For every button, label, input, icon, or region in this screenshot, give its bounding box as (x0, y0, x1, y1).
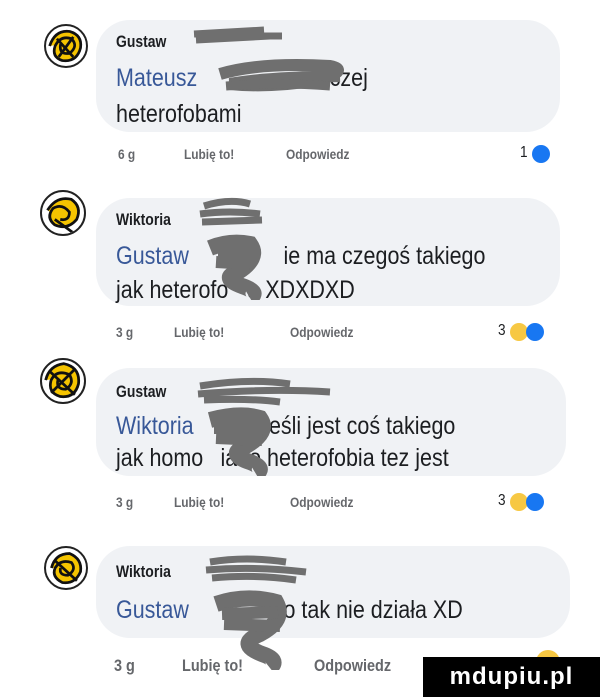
reaction-count[interactable]: 3 (498, 492, 506, 510)
comment-text-tail: ie ma czegoś takiego (283, 242, 486, 270)
avatar[interactable] (44, 24, 88, 68)
watermark: mdupiu.pl (423, 657, 600, 697)
comment-text-line: heterofobami (116, 100, 242, 128)
reply-link[interactable]: Odpowiedz (286, 146, 349, 162)
like-link[interactable]: Lubię to! (182, 656, 243, 676)
comment-bubble: Wiktoria Gustaw ie ma czegoś takiego jak … (96, 198, 560, 306)
comment-text-start: jak heterofo (116, 276, 229, 304)
comment-text-tail: ia to heterofobia tez jest (220, 444, 449, 472)
comment-text-line: jak homo ia to heterofobia tez jest (116, 444, 449, 473)
reply-link[interactable]: Odpowiedz (314, 656, 391, 676)
comment-text: Gustaw ie ma czegoś takiego (116, 242, 485, 271)
like-reaction-icon (526, 493, 544, 511)
reply-link[interactable]: Odpowiedz (290, 494, 353, 510)
avatar[interactable] (40, 190, 86, 236)
comment-time[interactable]: 3 g (116, 494, 133, 510)
comment-time[interactable]: 3 g (114, 656, 135, 676)
avatar[interactable] (44, 546, 88, 590)
comment-author[interactable]: Wiktoria (116, 562, 171, 582)
comment-text: Wiktoria jeśli jest coś takiego (116, 412, 455, 441)
avatar[interactable] (40, 358, 86, 404)
like-reaction-icon (532, 145, 550, 163)
like-reaction-icon (526, 323, 544, 341)
like-link[interactable]: Lubię to! (174, 324, 224, 340)
comment-text-tail: jeśli jest coś takiego (264, 412, 456, 440)
mention-link[interactable]: Gustaw (116, 242, 189, 270)
mention-link[interactable]: Wiktoria (116, 412, 194, 440)
like-link[interactable]: Lubię to! (184, 146, 234, 162)
mention-link[interactable]: Mateusz (116, 64, 197, 92)
comment-time[interactable]: 3 g (116, 324, 133, 340)
comment-text-start: jak homo (116, 444, 204, 472)
avatar-scribble-icon (46, 197, 80, 234)
comment-text: Mateusz aczej (116, 64, 368, 93)
mention-link[interactable]: Gustaw (116, 596, 189, 624)
avatar-scribble-icon (50, 552, 83, 585)
comment-time[interactable]: 6 g (118, 146, 135, 162)
reaction-count[interactable]: 3 (498, 322, 506, 340)
comment-bubble: Wiktoria Gustaw o tak nie działa XD (96, 546, 570, 638)
comment-text-tail: a XDXDXD (247, 276, 355, 304)
comment-text-tail: aczej (317, 64, 368, 92)
comment-author[interactable]: Wiktoria (116, 210, 171, 230)
reply-link[interactable]: Odpowiedz (290, 324, 353, 340)
comment-text-line: jak heterofo a XDXDXD (116, 276, 355, 305)
like-link[interactable]: Lubię to! (174, 494, 224, 510)
comment-author[interactable]: Gustaw (116, 382, 166, 402)
avatar-scribble-icon (48, 29, 83, 63)
comment-text: Gustaw o tak nie działa XD (116, 596, 463, 625)
avatar-scribble-icon (44, 362, 81, 399)
comment-author[interactable]: Gustaw (116, 32, 166, 52)
reaction-count[interactable]: 1 (520, 144, 528, 162)
comment-bubble: Gustaw Wiktoria jeśli jest coś takiego ja… (96, 368, 566, 476)
comment-bubble: Gustaw Mateusz aczej heterofobami (96, 20, 560, 132)
comment-text-tail: o tak nie działa XD (283, 596, 463, 624)
